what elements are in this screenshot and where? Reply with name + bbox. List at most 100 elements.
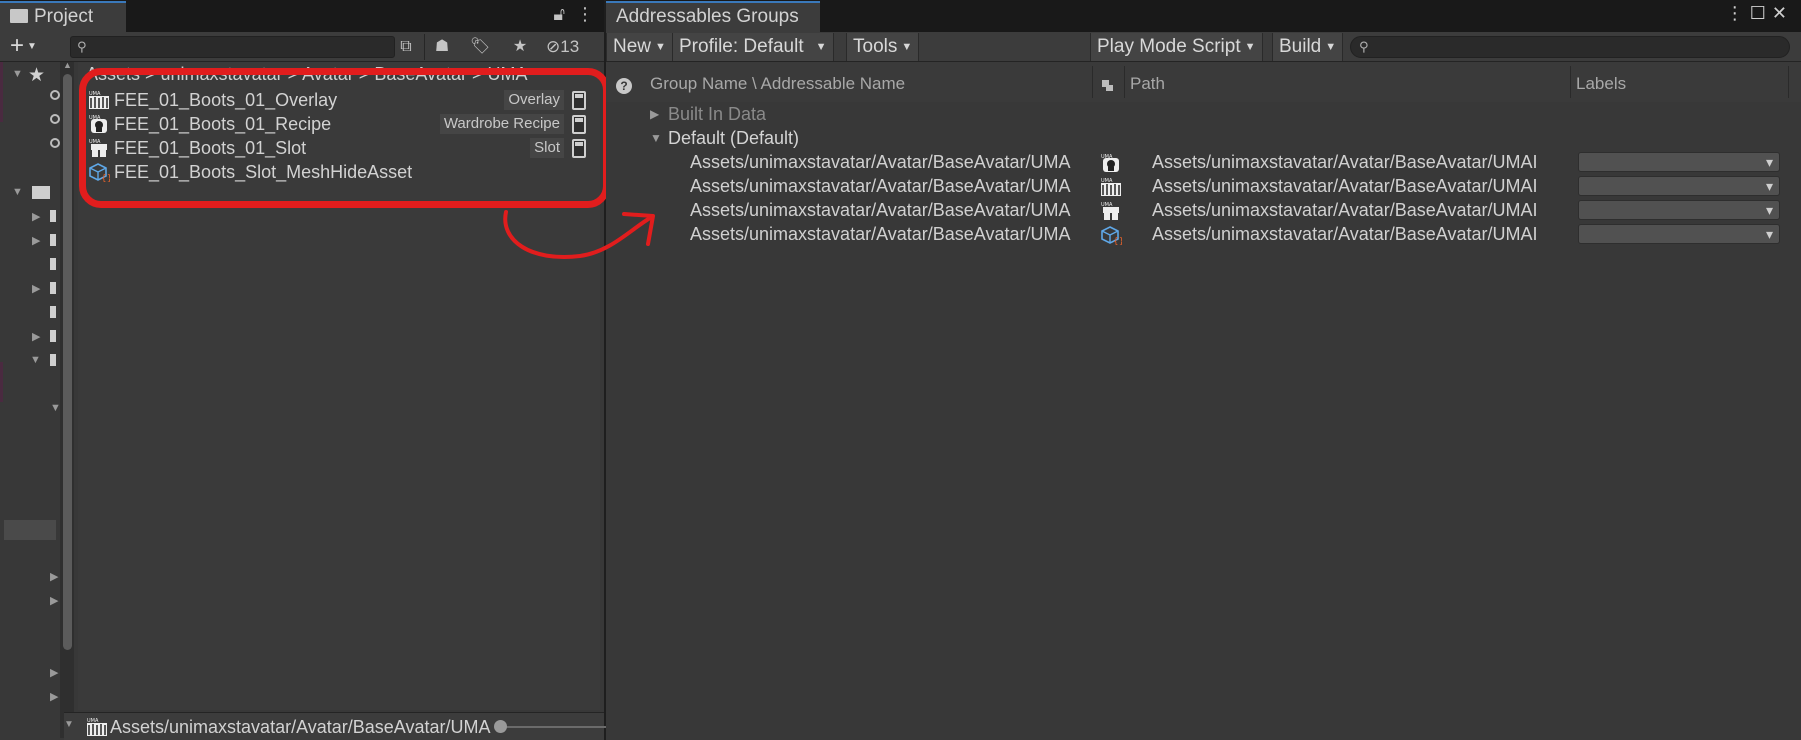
filter-by-label-icon[interactable]: 🏷︎ — [466, 35, 494, 59]
column-divider[interactable] — [1570, 66, 1571, 98]
chevron-down-icon: ▼ — [655, 41, 666, 53]
scroll-up-arrow[interactable]: ▲ — [63, 60, 72, 70]
column-header-path[interactable]: Path — [1130, 74, 1165, 94]
play-mode-script-dropdown[interactable]: Play Mode Script ▼ — [1090, 33, 1263, 61]
asset-name: FEE_01_Boots_01_Slot — [114, 138, 307, 158]
addressables-groups-panel: Addressables Groups ⋮☐✕ New ▼ Profile: De… — [606, 0, 1801, 740]
build-dropdown[interactable]: Build ▼ — [1272, 33, 1344, 61]
selected-folder-row[interactable] — [4, 520, 56, 540]
search-scope-icon[interactable]: ⧉ — [392, 35, 420, 59]
search-filter-icon[interactable] — [50, 138, 60, 148]
group-name: Default (Default) — [668, 128, 800, 148]
column-divider[interactable] — [1092, 66, 1093, 98]
chevron-down-icon: ▼ — [27, 41, 37, 52]
selection-path-bar: ▼ UMA Assets/unimaxstavatar/Avatar/BaseA… — [64, 712, 642, 740]
asset-row-recipe[interactable]: UMA FEE_01_Boots_01_Recipe Wardrobe Reci… — [86, 112, 594, 136]
column-divider[interactable] — [1124, 66, 1125, 98]
icon-size-slider-knob[interactable] — [494, 720, 507, 733]
tree-collapsed-arrow[interactable]: ▶ — [32, 210, 40, 223]
breadcrumb[interactable]: Assets > unimaxstavatar > Avatar > BaseA… — [86, 62, 528, 86]
entry-row[interactable]: Assets/unimaxstavatar/Avatar/BaseAvatar/… — [606, 198, 1801, 222]
tree-collapsed-arrow[interactable]: ▶ — [50, 690, 58, 703]
tree-collapsed-arrow[interactable]: ▶ — [50, 570, 58, 583]
tools-dropdown[interactable]: Tools ▼ — [846, 33, 920, 61]
tree-collapsed-arrow[interactable]: ▶ — [32, 234, 40, 247]
project-tabbar: Project 🔓︎ ⋮ — [0, 0, 604, 32]
close-icon[interactable]: ✕ — [1772, 3, 1793, 23]
folder-icon[interactable] — [50, 282, 56, 294]
column-header-labels[interactable]: Labels — [1576, 74, 1626, 94]
labels-dropdown[interactable] — [1578, 174, 1780, 198]
folder-icon[interactable] — [50, 210, 56, 222]
uma-overlay-icon: UMA — [87, 718, 107, 736]
asset-type-column-icon — [1102, 80, 1113, 91]
search-filter-icon[interactable] — [50, 90, 60, 100]
svg-text:UMA: UMA — [89, 115, 101, 121]
entry-address: Assets/unimaxstavatar/Avatar/BaseAvatar/… — [690, 152, 1071, 172]
folder-icon[interactable] — [50, 234, 56, 246]
tree-expand-arrow[interactable]: ▼ — [30, 354, 41, 366]
folder-tree-scrollbar[interactable]: ▲ — [60, 60, 74, 738]
maximize-icon[interactable]: ☐ — [1750, 3, 1772, 23]
asset-row-slot[interactable]: UMA FEE_01_Boots_01_Slot Slot — [86, 136, 594, 160]
entry-row[interactable]: Assets/unimaxstavatar/Avatar/BaseAvatar/… — [606, 150, 1801, 174]
selected-asset-path: Assets/unimaxstavatar/Avatar/BaseAvatar/… — [110, 717, 491, 737]
asset-name: FEE_01_Boots_Slot_MeshHideAsset — [114, 162, 413, 182]
chevron-down-icon: ▼ — [1244, 41, 1256, 53]
create-button[interactable]: + ▼ — [10, 34, 37, 59]
folder-icon[interactable] — [50, 330, 56, 342]
asset-type-label: Overlay — [504, 90, 564, 110]
groups-search-input[interactable]: ⚲ — [1350, 36, 1790, 58]
tab-project[interactable]: Project — [0, 1, 126, 32]
search-icon: ⚲ — [1359, 39, 1369, 54]
labels-dropdown[interactable] — [1578, 150, 1780, 174]
scene-edge-strip — [0, 362, 3, 402]
folder-icon[interactable] — [50, 258, 56, 270]
group-row-built-in-data[interactable]: ▶ Built In Data — [606, 102, 1801, 126]
project-toolbar: + ▼ ⚲ ⧉ ☗ 🏷︎ ★ ⊘13 — [0, 32, 604, 62]
folder-icon[interactable] — [50, 306, 56, 318]
tree-expand-arrow[interactable]: ▼ — [12, 186, 23, 198]
entry-path: Assets/unimaxstavatar/Avatar/BaseAvatar/… — [1152, 224, 1538, 244]
entry-address: Assets/unimaxstavatar/Avatar/BaseAvatar/… — [690, 224, 1071, 244]
tree-collapsed-arrow[interactable]: ▶ — [32, 282, 40, 295]
tab-project-label: Project — [34, 6, 94, 27]
favorites-star-icon[interactable]: ★ — [506, 35, 534, 59]
folder-icon[interactable] — [50, 354, 56, 366]
labels-dropdown[interactable] — [1578, 222, 1780, 246]
scrollbar-thumb[interactable] — [63, 74, 72, 650]
asset-row-meshhide[interactable]: {} FEE_01_Boots_Slot_MeshHideAsset — [86, 160, 594, 184]
chevron-down-icon[interactable]: ▼ — [64, 719, 74, 730]
tab-addressables-groups[interactable]: Addressables Groups — [606, 1, 820, 32]
more-options-icon[interactable]: ⋮ — [576, 4, 594, 24]
column-header-name[interactable]: Group Name \ Addressable Name — [650, 74, 905, 94]
tree-expand-arrow[interactable]: ▼ — [12, 68, 23, 80]
search-filter-icon[interactable] — [50, 114, 60, 124]
lock-icon[interactable]: 🔓︎ — [553, 4, 565, 24]
tree-collapsed-arrow[interactable]: ▶ — [50, 666, 58, 679]
asset-row-overlay[interactable]: UMA FEE_01_Boots_01_Overlay Overlay — [86, 88, 594, 112]
annotation-arrow — [503, 210, 655, 259]
help-icon[interactable]: ? — [616, 78, 632, 94]
tree-collapsed-arrow[interactable]: ▶ — [650, 102, 659, 126]
group-row-default[interactable]: ▼ Default (Default) — [606, 126, 1801, 150]
entry-path: Assets/unimaxstavatar/Avatar/BaseAvatar/… — [1152, 152, 1538, 172]
entry-row[interactable]: Assets/unimaxstavatar/Avatar/BaseAvatar/… — [606, 174, 1801, 198]
uma-recipe-icon: UMA — [1101, 154, 1119, 172]
labels-dropdown[interactable] — [1578, 198, 1780, 222]
svg-text:{}: {} — [101, 174, 110, 182]
group-name: Built In Data — [668, 104, 767, 124]
tree-collapsed-arrow[interactable]: ▶ — [32, 330, 40, 343]
entry-row[interactable]: Assets/unimaxstavatar/Avatar/BaseAvatar/… — [606, 222, 1801, 246]
uma-slot-icon: UMA — [1101, 202, 1119, 220]
profile-dropdown[interactable]: Profile: Default ▼ — [672, 33, 834, 61]
filter-by-type-icon[interactable]: ☗ — [428, 35, 456, 59]
more-options-icon[interactable]: ⋮ — [1726, 3, 1750, 23]
tree-expand-arrow[interactable]: ▼ — [650, 126, 662, 150]
column-divider[interactable] — [1788, 66, 1789, 98]
tree-collapsed-arrow[interactable]: ▶ — [50, 594, 58, 607]
project-search-input[interactable]: ⚲ — [70, 36, 395, 58]
hidden-packages-toggle[interactable]: ⊘13 — [546, 35, 579, 59]
new-dropdown[interactable]: New ▼ — [606, 33, 673, 61]
toolbar-divider — [424, 34, 425, 60]
